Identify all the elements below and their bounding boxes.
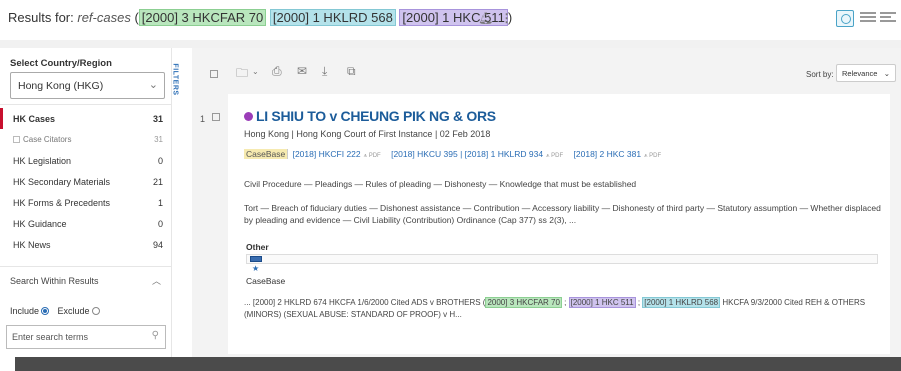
category-count: 0 — [157, 219, 163, 229]
citation-link[interactable]: [2018] 2 HKC 381 — [574, 149, 642, 159]
sort-label: Sort by: — [806, 70, 834, 79]
query-chip-hkcfar[interactable]: [2000] 3 HKCFAR 70 — [138, 9, 267, 26]
search-placeholder: Enter search terms — [12, 332, 89, 342]
category-label: HK News — [13, 240, 51, 250]
select-all-checkbox[interactable] — [210, 70, 218, 78]
case-title[interactable]: LI SHIU TO v CHEUNG PIK NG & ORS — [244, 108, 496, 124]
folder-icon[interactable]: 🗀 — [236, 64, 248, 85]
category-count: 21 — [152, 177, 163, 187]
copy-icon[interactable]: ⧉ — [347, 64, 356, 79]
status-dot-icon — [244, 112, 253, 121]
citation-link[interactable]: [2018] HKCU 395 — [391, 149, 458, 159]
result-card: LI SHIU TO v CHEUNG PIK NG & ORS Hong Ko… — [228, 94, 890, 354]
print-icon[interactable]: ⎙ — [272, 64, 282, 79]
results-title: Results for: ref-cases ([2000] 3 HKCFAR … — [8, 9, 512, 26]
citation-list: CaseBase [2018] HKCFI 222 ⩚ PDF [2018] HK… — [244, 149, 662, 159]
download-icon[interactable]: ⤓ — [322, 64, 327, 79]
include-radio[interactable] — [41, 307, 50, 315]
category-label: HK Secondary Materials — [13, 177, 111, 187]
filters-toggle[interactable]: FILTERS — [171, 58, 185, 110]
exclude-label: Exclude — [57, 306, 90, 316]
timeline-marker[interactable] — [250, 256, 262, 262]
snippet-highlight: [2000] 1 HKC 511 — [568, 297, 636, 308]
category-label: HK Forms & Precedents — [13, 198, 111, 208]
sidebar-item-hk-cases[interactable]: HK Cases 31 — [0, 108, 172, 129]
timeline-label: Other — [246, 242, 269, 252]
sort-value: Relevance — [842, 69, 878, 78]
result-snippet: ... [2000] 2 HKLRD 674 HKCFA 1/6/2000 Ci… — [244, 297, 866, 319]
include-exclude-group: Include Exclude — [10, 306, 106, 316]
catchwords-primary: Civil Procedure — Pleadings — Rules of p… — [244, 179, 637, 189]
email-icon[interactable]: ✉ — [297, 64, 307, 78]
chevron-down-icon[interactable]: ⌄ — [252, 67, 259, 76]
category-count: 31 — [152, 114, 163, 124]
star-icon: ★ — [252, 264, 260, 273]
category-label: HK Legislation — [13, 156, 72, 166]
compact-view-icon[interactable] — [880, 12, 896, 24]
category-label: Case Citators — [23, 135, 72, 144]
sidebar-item-hk-forms-precedents[interactable]: HK Forms & Precedents 1 — [0, 192, 172, 213]
list-view-icon[interactable] — [860, 12, 876, 24]
category-label: HK Guidance — [13, 219, 67, 229]
sidebar-item-hk-secondary-materials[interactable]: HK Secondary Materials 21 — [0, 171, 172, 192]
category-count: 31 — [154, 135, 163, 144]
country-label: Select Country/Region — [10, 58, 112, 69]
open-paren: ( — [130, 10, 139, 25]
casebase-label: CaseBase — [246, 276, 286, 286]
category-label: HK Cases — [13, 114, 56, 124]
bottom-overlay-bar — [15, 357, 901, 371]
pdf-icon[interactable]: ⩚ PDF — [364, 153, 381, 159]
country-value: Hong Kong (HKG) — [18, 80, 104, 92]
results-main: 🗀 ⌄ ⎙ ✉ ⤓ ⧉ Sort by: Relevance ⌄ 1 LI SH… — [192, 48, 901, 360]
court-info: Hong Kong | Hong Kong Court of First Ins… — [244, 129, 491, 139]
result-number: 1 — [200, 114, 206, 124]
category-count: 94 — [152, 240, 163, 250]
timeline-bar[interactable] — [246, 254, 878, 264]
include-label: Include — [10, 306, 40, 316]
results-toolbar: 🗀 ⌄ ⎙ ✉ ⤓ ⧉ Sort by: Relevance ⌄ — [192, 48, 901, 90]
filter-sidebar: Select Country/Region Hong Kong (HKG) ⌄ … — [0, 48, 172, 360]
exclude-radio[interactable] — [91, 307, 100, 315]
casebase-tag[interactable]: CaseBase — [244, 149, 289, 159]
citation-link[interactable]: [2018] HKCFI 222 — [293, 149, 361, 159]
results-prefix: Results for: — [8, 10, 74, 25]
catchwords-secondary: Tort — Breach of fiduciary duties — Dish… — [244, 203, 881, 225]
sidebar-item-hk-legislation[interactable]: HK Legislation 0 — [0, 150, 172, 171]
case-title-text: LI SHIU TO v CHEUNG PIK NG & ORS — [256, 108, 496, 124]
search-within-input[interactable]: Enter search terms ⚲ — [6, 325, 166, 349]
citation-link[interactable]: [2018] 1 HKLRD 934 — [465, 149, 543, 159]
sidebar-item-hk-guidance[interactable]: HK Guidance 0 — [0, 213, 172, 234]
query-text: ref-cases — [77, 10, 131, 25]
chevron-down-icon: ⌄ — [883, 69, 890, 78]
category-count: 0 — [157, 156, 163, 166]
sort-select[interactable]: Relevance ⌄ — [836, 64, 896, 82]
country-select[interactable]: Hong Kong (HKG) ⌄ — [10, 72, 165, 99]
snippet-highlight: 2000] 3 HKCFAR 70 — [485, 297, 562, 308]
sidebar-divider — [0, 104, 172, 105]
header-divider — [0, 40, 901, 48]
search-within-title[interactable]: Search Within Results — [10, 276, 99, 286]
pdf-icon[interactable]: ⩚ PDF — [546, 153, 563, 159]
results-header: Results for: ref-cases ([2000] 3 HKCFAR … — [0, 0, 901, 40]
sidebar-divider — [0, 266, 172, 267]
filters-label: FILTERS — [171, 63, 179, 96]
pdf-icon[interactable]: ⩚ PDF — [644, 153, 661, 159]
sidebar-item-hk-news[interactable]: HK News 94 — [0, 234, 172, 255]
query-chip-hklrd[interactable]: [2000] 1 HKLRD 568 — [269, 9, 396, 26]
category-list: HK Cases 31 Case Citators 31 HK Legislat… — [0, 108, 172, 255]
grid-view-icon[interactable] — [836, 10, 854, 27]
more-icon[interactable]: ⋮ — [501, 11, 513, 25]
search-icon[interactable]: ⚲ — [152, 330, 159, 341]
title-actions: 🔔︎ ⋮ — [478, 11, 513, 25]
category-count: 1 — [157, 198, 163, 208]
sidebar-item-case-citators[interactable]: Case Citators 31 — [0, 129, 172, 150]
chevron-down-icon: ⌄ — [148, 79, 158, 91]
chevron-up-icon[interactable]: ︿ — [152, 274, 161, 287]
snippet-highlight: [2000] 1 HKLRD 568 — [642, 297, 721, 308]
result-checkbox[interactable] — [212, 113, 220, 121]
case-citators-checkbox[interactable] — [13, 136, 20, 143]
bell-icon[interactable]: 🔔︎ — [478, 11, 493, 25]
